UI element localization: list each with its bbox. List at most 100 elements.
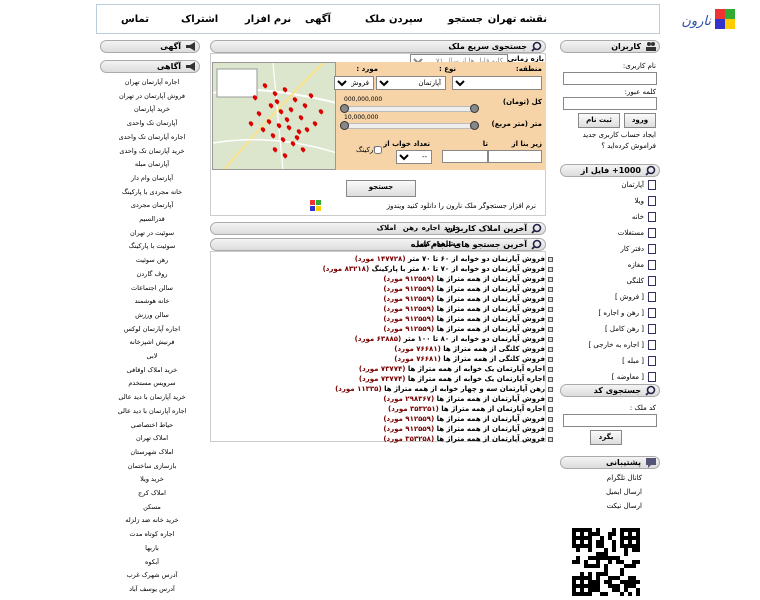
price-slider[interactable] bbox=[344, 106, 474, 112]
ad-link[interactable]: اجاره آپارتمان تهران bbox=[104, 78, 200, 86]
price-slider-min-knob[interactable] bbox=[340, 104, 349, 113]
file-category-item[interactable]: [ اجاره به خارجی ] bbox=[560, 338, 660, 354]
area-slider[interactable] bbox=[344, 123, 474, 129]
ad-link[interactable]: فروش آپارتمان در تهران bbox=[104, 92, 200, 100]
ad-link[interactable]: قدرالسیم bbox=[104, 215, 200, 223]
support-telegram[interactable]: کانال تلگرام bbox=[607, 474, 642, 482]
ad-link[interactable]: آپارتمان وام دار bbox=[104, 174, 200, 182]
latest-tab-buy[interactable]: خرید bbox=[444, 224, 460, 232]
recent-search-row[interactable]: فروش آپارتمان از همه متراژ ها (۹۱۲۵۵۹ مو… bbox=[383, 295, 553, 305]
ad-link[interactable]: املاک تهران bbox=[104, 434, 200, 442]
ad-link[interactable]: حیاط اختصاصی bbox=[104, 421, 200, 429]
ad-link[interactable]: خرید آپارتمان تک واحدی bbox=[104, 147, 200, 155]
nav-contact[interactable]: تماس bbox=[121, 14, 149, 25]
code-input[interactable] bbox=[563, 414, 657, 427]
recent-search-row[interactable]: فروش آپارتمان از همه متراژ ها (۹۱۲۵۵۹ مو… bbox=[383, 425, 553, 435]
area-from-input[interactable] bbox=[488, 150, 542, 163]
ad-link[interactable]: اجاره آپارتمان لوکس bbox=[104, 325, 200, 333]
latest-tab-mortgage[interactable]: رهن bbox=[403, 224, 418, 232]
area-to-input[interactable] bbox=[442, 150, 488, 163]
ad-link[interactable]: خرید آپارتمان با دید عالی bbox=[104, 393, 200, 401]
forgot-password-link[interactable]: فراموش کرده‌اید ؟ bbox=[601, 142, 656, 150]
ad-link[interactable]: سوئیت در تهران bbox=[104, 229, 200, 237]
file-category-item[interactable]: مغازه bbox=[560, 258, 660, 274]
ad-link[interactable]: سرویس مستخدم bbox=[104, 379, 200, 387]
ad-link[interactable]: آبکوه bbox=[104, 558, 200, 566]
register-button[interactable]: ثبت نام bbox=[578, 113, 620, 128]
recent-search-row[interactable]: فروش آپارتمان دو خوابه از ۶۰ تا ۷۰ متر (… bbox=[355, 255, 553, 265]
recent-search-row[interactable]: اجاره آپارتمان از همه متراژ ها (۳۵۳۲۵۱ م… bbox=[388, 405, 553, 415]
nav-ads[interactable]: آگهی bbox=[305, 14, 331, 25]
password-input[interactable] bbox=[563, 97, 657, 110]
deal-type-select[interactable]: فروش bbox=[334, 76, 374, 90]
ad-link[interactable]: مسکن bbox=[104, 503, 200, 511]
support-ticket[interactable]: ارسال نیکت bbox=[607, 502, 642, 510]
ad-link[interactable]: خرید خانه ضد زلزله bbox=[104, 516, 200, 524]
ad-link[interactable]: املاک کرج bbox=[104, 489, 200, 497]
ad-link[interactable]: اجاره آپارتمان با دید عالی bbox=[104, 407, 200, 415]
recent-search-row[interactable]: اجاره آپارتمان یک خوابه از همه متراژ ها … bbox=[359, 375, 553, 385]
nav-tehran-map[interactable]: نقشه تهران bbox=[488, 14, 547, 25]
quick-search-button[interactable]: جستجو bbox=[346, 180, 416, 197]
download-software-link[interactable]: نرم افزار جستجوگر ملک نارون را دانلود کن… bbox=[387, 202, 536, 210]
nav-deposit-property[interactable]: سپردن ملک bbox=[365, 14, 423, 25]
ad-link[interactable]: اجاره کوتاه مدت bbox=[104, 530, 200, 538]
area-slider-max-knob[interactable] bbox=[470, 121, 479, 130]
file-category-item[interactable]: [ مبله ] bbox=[560, 354, 660, 370]
file-category-item[interactable]: کلنگی bbox=[560, 274, 660, 290]
ad-link[interactable]: اجاره آپارتمان تک واحدی bbox=[104, 133, 200, 141]
ad-link[interactable]: آدرس یوسف آباد bbox=[104, 585, 200, 593]
ad-link[interactable]: آپارتمان تک واحدی bbox=[104, 119, 200, 127]
ad-link[interactable]: آپارتمان مجردی bbox=[104, 201, 200, 209]
recent-search-row[interactable]: فروش آپارتمان از همه متراژ ها (۹۱۲۵۵۹ مو… bbox=[383, 315, 553, 325]
latest-tab-property[interactable]: املاک bbox=[377, 224, 396, 232]
rooms-select[interactable]: -- bbox=[396, 150, 432, 164]
recent-search-row[interactable]: فروش کلنگی از همه متراژ ها (۷۶۶۸۱ مورد) bbox=[394, 355, 553, 365]
username-input[interactable] bbox=[563, 72, 657, 85]
file-category-item[interactable]: آپارتمان bbox=[560, 178, 660, 194]
latest-tab-rent[interactable]: اجاره bbox=[422, 224, 440, 232]
ad-link[interactable]: خرید ویلا bbox=[104, 475, 200, 483]
ad-link[interactable]: سالن ورزش bbox=[104, 311, 200, 319]
file-category-item[interactable]: دفتر کار bbox=[560, 242, 660, 258]
file-category-item[interactable]: [ رهن کامل ] bbox=[560, 322, 660, 338]
ad-link[interactable]: فرنیش اشپزخانه bbox=[104, 338, 200, 346]
region-select[interactable] bbox=[452, 76, 542, 90]
price-slider-max-knob[interactable] bbox=[470, 104, 479, 113]
site-logo[interactable]: نارون bbox=[661, 5, 737, 35]
nav-search[interactable]: جستجو bbox=[448, 14, 483, 25]
create-account-link[interactable]: ایجاد حساب کاربری جدید bbox=[583, 131, 656, 139]
nav-software[interactable]: نرم افزار bbox=[245, 14, 291, 25]
ad-link[interactable]: آپارتمان مبله bbox=[104, 160, 200, 168]
file-category-item[interactable]: مستغلات bbox=[560, 226, 660, 242]
recent-search-row[interactable]: اجاره آپارتمان یک خوابه از همه متراژ ها … bbox=[359, 365, 553, 375]
recent-search-row[interactable]: فروش آپارتمان از همه متراژ ها (۹۱۲۵۵۹ مو… bbox=[383, 415, 553, 425]
ad-link[interactable]: خرید املاک اوقافی bbox=[104, 366, 200, 374]
recent-view-all-link[interactable]: مشاهده کامل bbox=[413, 240, 460, 248]
ad-link[interactable]: رهن سوئیت bbox=[104, 256, 200, 264]
file-category-item[interactable]: ویلا bbox=[560, 194, 660, 210]
code-search-button[interactable]: بگرد bbox=[590, 430, 622, 445]
recent-search-row[interactable]: فروش آپارتمان دو خوابه از ۸۰ تا ۱۰۰ متر … bbox=[355, 335, 553, 345]
ad-link[interactable]: لابی bbox=[104, 352, 200, 360]
parking-checkbox[interactable] bbox=[374, 146, 382, 154]
ad-link[interactable]: سوئیت با پارکینگ bbox=[104, 242, 200, 250]
ad-link[interactable]: سالن اجتماعات bbox=[104, 284, 200, 292]
tehran-map[interactable] bbox=[212, 62, 336, 170]
support-email[interactable]: ارسال ایمیل bbox=[606, 488, 642, 496]
recent-search-row[interactable]: فروش کلنگی از همه متراژ ها (۷۶۶۸۱ مورد) bbox=[394, 345, 553, 355]
area-slider-min-knob[interactable] bbox=[340, 121, 349, 130]
ad-link[interactable]: بازسازی ساختمان bbox=[104, 462, 200, 470]
file-category-item[interactable]: خانه bbox=[560, 210, 660, 226]
recent-search-row[interactable]: فروش آپارتمان از همه متراژ ها (۹۱۲۵۵۹ مو… bbox=[383, 275, 553, 285]
file-category-item[interactable]: [ فروش ] bbox=[560, 290, 660, 306]
property-type-select[interactable]: آپارتمان bbox=[376, 76, 446, 90]
ad-link[interactable]: خانه مجردی با پارکینگ bbox=[104, 188, 200, 196]
recent-search-row[interactable]: فروش آپارتمان از همه متراژ ها (۹۱۲۵۵۹ مو… bbox=[383, 305, 553, 315]
recent-search-row[interactable]: فروش آپارتمان از همه متراژ ها (۲۹۸۳۶۷ مو… bbox=[383, 395, 553, 405]
recent-search-row[interactable]: فروش آپارتمان از همه متراژ ها (۳۵۳۲۵۸ مو… bbox=[383, 435, 553, 445]
recent-search-row[interactable]: فروش آپارتمان از همه متراژ ها (۹۱۲۵۵۹ مو… bbox=[383, 325, 553, 335]
file-category-item[interactable]: [ رهن و اجاره ] bbox=[560, 306, 660, 322]
ad-link[interactable]: املاک شهرستان bbox=[104, 448, 200, 456]
recent-search-row[interactable]: رهن آپارتمان سه و چهار خوابه از همه مترا… bbox=[335, 385, 553, 395]
